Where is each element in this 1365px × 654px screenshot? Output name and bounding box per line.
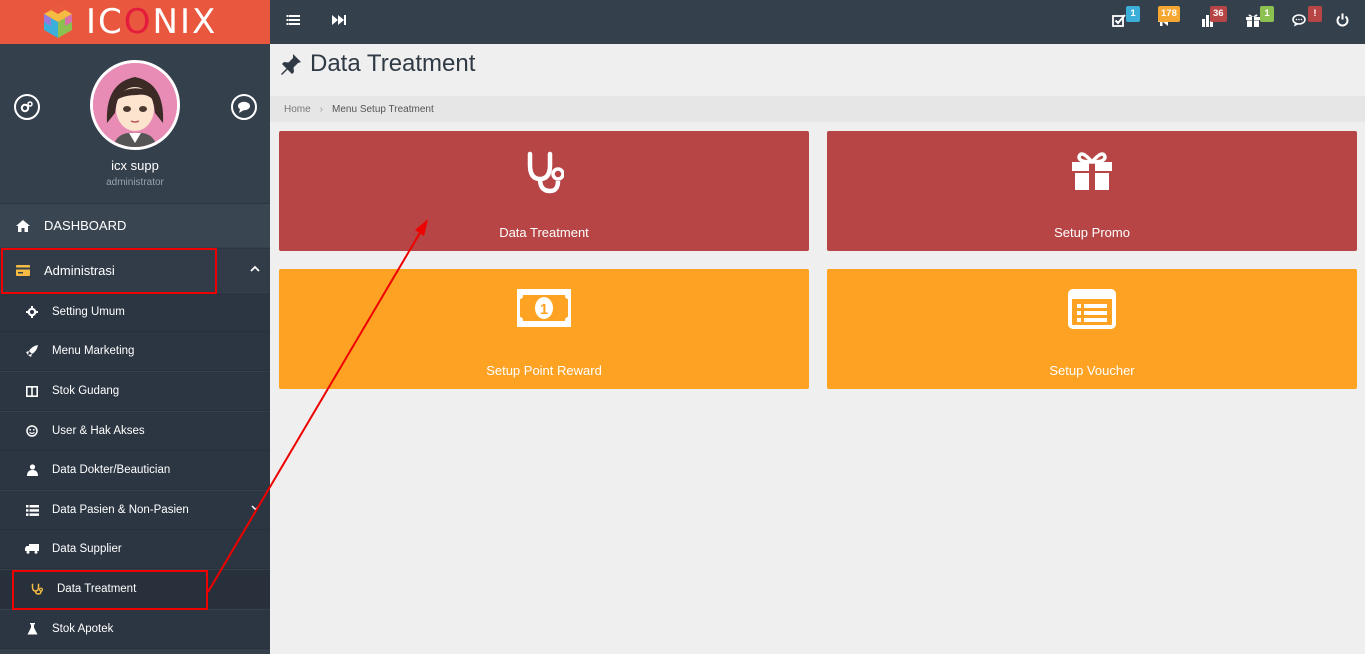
- megaphone-badge: 178: [1158, 6, 1180, 22]
- avatar: [90, 60, 180, 150]
- list-alt-icon: [1068, 289, 1116, 329]
- tile-setup-point-reward[interactable]: 1 Setup Point Reward: [279, 269, 809, 389]
- profile-role: administrator: [106, 177, 164, 188]
- nav-item-setting-umum[interactable]: Setting Umum: [0, 293, 270, 332]
- credit-card-icon: [16, 265, 32, 276]
- gift-icon: [1072, 152, 1112, 190]
- stethoscope-icon: [527, 151, 564, 194]
- comment-badge: !: [1308, 6, 1322, 22]
- money-icon: 1: [517, 289, 571, 327]
- nav-item-label: Data Supplier: [52, 543, 122, 555]
- nav-dashboard-label: DASHBOARD: [44, 218, 127, 233]
- nav-item-label: Data Treatment: [57, 583, 137, 595]
- nav-item-data-dokter[interactable]: Data Dokter/Beautician: [0, 451, 270, 490]
- fast-forward-icon[interactable]: [332, 14, 346, 26]
- nav-item-data-supplier[interactable]: Data Supplier: [0, 530, 270, 569]
- profile-panel: icx supp administrator: [0, 44, 270, 203]
- breadcrumb: Home › Menu Setup Treatment: [270, 96, 1365, 122]
- profile-name: icx supp: [111, 158, 159, 173]
- page-title-text: Data Treatment: [310, 50, 476, 77]
- svg-text:1: 1: [540, 301, 548, 318]
- columns-icon: [25, 385, 39, 397]
- breadcrumb-chevron-icon: ›: [319, 103, 324, 115]
- logo-text: ICONIX: [86, 2, 218, 42]
- tile-label: Setup Promo: [1054, 225, 1130, 240]
- stethoscope-icon: [30, 583, 44, 595]
- tile-setup-voucher[interactable]: Setup Voucher: [827, 269, 1357, 389]
- gear-icon: [25, 306, 39, 318]
- nav-item-data-pasien[interactable]: Data Pasien & Non-Pasien: [0, 491, 270, 530]
- logo-bar[interactable]: ICONIX: [0, 0, 270, 44]
- sidebar: ICONIX icx supp administrator DASHBOARD …: [0, 0, 270, 654]
- tile-label: Setup Voucher: [1049, 363, 1135, 378]
- nav-item-label: Setting Umum: [52, 306, 125, 318]
- tile-label: Data Treatment: [499, 225, 589, 240]
- comment-icon[interactable]: [1292, 13, 1306, 27]
- nav-item-user-hak-akses[interactable]: User & Hak Akses: [0, 412, 270, 451]
- nav-item-label: Data Dokter/Beautician: [52, 464, 171, 476]
- chevron-down-icon: [251, 505, 260, 511]
- nav-item-label: Stok Apotek: [52, 623, 114, 635]
- logo-cube-icon: [44, 6, 72, 38]
- nav-administrasi-label: Administrasi: [44, 263, 115, 278]
- truck-icon: [25, 544, 39, 554]
- nav-administrasi[interactable]: Administrasi: [0, 248, 270, 292]
- page-title: Data Treatment: [280, 50, 475, 78]
- tile-setup-promo[interactable]: Setup Promo: [827, 131, 1357, 251]
- power-icon[interactable]: [1336, 13, 1349, 27]
- nav-item-stok-gudang[interactable]: Stok Gudang: [0, 372, 270, 411]
- settings-button[interactable]: [14, 94, 40, 120]
- comments-icon: [238, 101, 250, 113]
- nav-item-label: Menu Marketing: [52, 345, 135, 357]
- topbar: 1 178 36 1 !: [270, 0, 1365, 44]
- gift-icon[interactable]: [1246, 13, 1260, 27]
- home-icon: [16, 219, 32, 232]
- smile-icon: [25, 425, 39, 437]
- user-md-icon: [25, 464, 39, 476]
- tasks-icon[interactable]: [1112, 13, 1126, 27]
- list-icon: [25, 504, 39, 516]
- nav-dashboard[interactable]: DASHBOARD: [0, 203, 270, 247]
- nav-item-stok-apotek[interactable]: Stok Apotek: [0, 610, 270, 649]
- chat-button[interactable]: [231, 94, 257, 120]
- tasks-badge: 1: [1126, 6, 1140, 22]
- rocket-icon: [25, 345, 39, 357]
- pushpin-icon: [280, 53, 302, 75]
- tile-data-treatment[interactable]: Data Treatment: [279, 131, 809, 251]
- breadcrumb-home[interactable]: Home: [284, 104, 311, 115]
- flask-icon: [25, 623, 39, 635]
- nav-item-label: Stok Gudang: [52, 385, 120, 397]
- gift-badge: 1: [1260, 6, 1274, 22]
- cogs-icon: [20, 101, 33, 113]
- sidebar-toggle-icon[interactable]: [286, 14, 300, 26]
- bar-chart-badge: 36: [1210, 6, 1227, 22]
- nav-item-menu-marketing[interactable]: Menu Marketing: [0, 332, 270, 371]
- chevron-up-icon: [250, 265, 260, 272]
- nav-item-data-treatment[interactable]: Data Treatment: [0, 570, 270, 609]
- nav-item-label: User & Hak Akses: [52, 425, 145, 437]
- nav-item-label: Data Pasien & Non-Pasien: [52, 504, 189, 516]
- tile-label: Setup Point Reward: [486, 363, 602, 378]
- breadcrumb-current: Menu Setup Treatment: [332, 103, 434, 115]
